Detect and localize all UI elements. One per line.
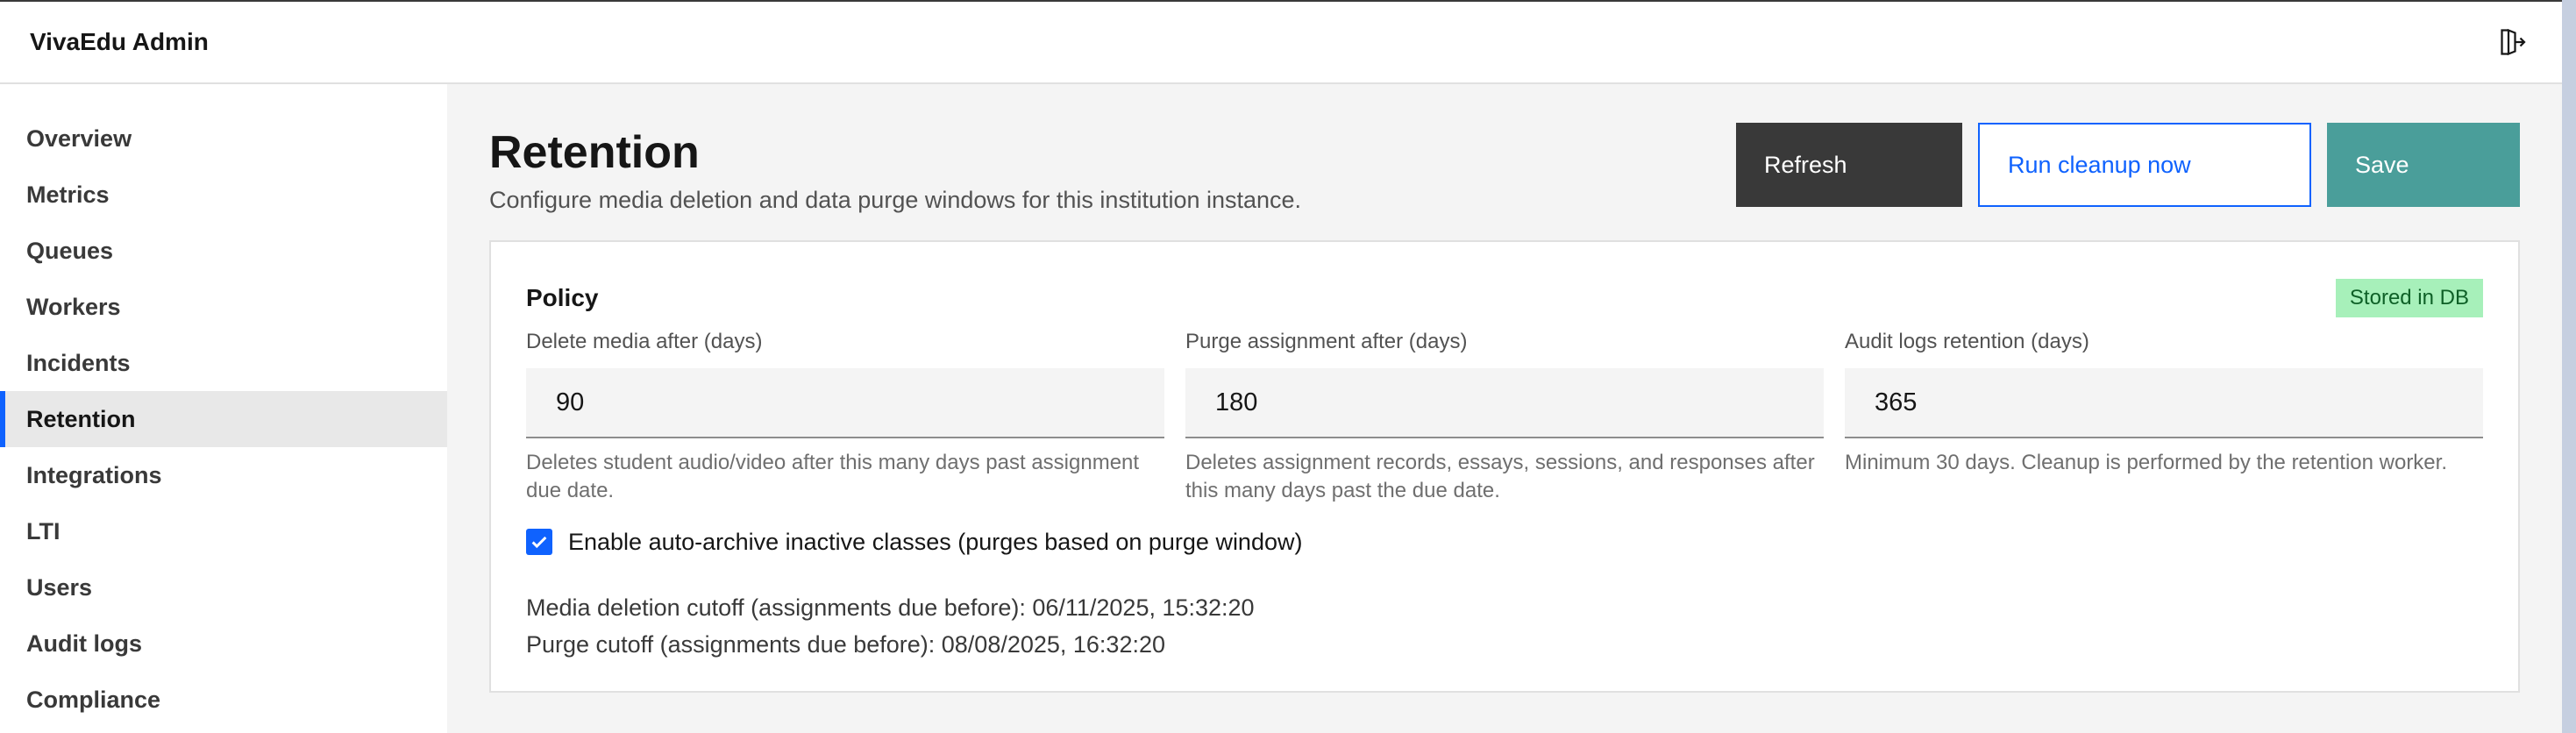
top-header: VivaEdu Admin: [0, 0, 2562, 84]
auto-archive-checkbox[interactable]: [526, 529, 552, 556]
logout-icon[interactable]: [2494, 25, 2529, 60]
page-title: Retention: [489, 127, 700, 178]
sidebar-item-incidents[interactable]: Incidents: [0, 335, 447, 391]
sidebar-item-label: Overview: [26, 125, 132, 152]
sidebar-item-label: Queues: [26, 237, 114, 264]
sidebar-item-integrations[interactable]: Integrations: [0, 447, 447, 503]
app-title: VivaEdu Admin: [30, 28, 209, 55]
sidebar-item-retention[interactable]: Retention: [0, 391, 447, 447]
sidebar-item-compliance[interactable]: Compliance: [0, 672, 447, 728]
cutoff-info: Media deletion cutoff (assignments due b…: [526, 589, 2483, 663]
sidebar-item-label: LTI: [26, 517, 60, 544]
refresh-button[interactable]: Refresh: [1736, 123, 1962, 207]
sidebar-item-label: Metrics: [26, 181, 110, 208]
sidebar-item-metrics[interactable]: Metrics: [0, 167, 447, 223]
main-content: Retention Configure media deletion and d…: [447, 84, 2562, 733]
sidebar-item-lti[interactable]: LTI: [0, 503, 447, 559]
delete-media-label: Delete media after (days): [526, 330, 763, 353]
media-cutoff-text: Media deletion cutoff (assignments due b…: [526, 594, 1255, 621]
delete-media-help: Deletes student audio/video after this m…: [526, 451, 1140, 503]
purge-assignment-help: Deletes assignment records, essays, sess…: [1185, 451, 1815, 503]
sidebar-item-queues[interactable]: Queues: [0, 223, 447, 279]
delete-media-input[interactable]: [526, 368, 1164, 438]
page-heading: Retention Configure media deletion and d…: [489, 123, 1301, 214]
policy-card-header: Policy Stored in DB: [526, 279, 2483, 317]
audit-logs-field-group: Audit logs retention (days) Minimum 30 d…: [1845, 330, 2483, 506]
save-button[interactable]: Save: [2327, 123, 2520, 207]
auto-archive-label: Enable auto-archive inactive classes (pu…: [568, 528, 1303, 555]
purge-assignment-label: Purge assignment after (days): [1185, 330, 1468, 353]
sidebar-item-label: Incidents: [26, 349, 131, 376]
checkmark-icon: [531, 537, 547, 549]
sidebar-item-workers[interactable]: Workers: [0, 279, 447, 335]
purge-assignment-field-group: Purge assignment after (days) Deletes as…: [1185, 330, 1824, 506]
sidebar-item-label: Workers: [26, 293, 121, 320]
sidebar-item-label: Users: [26, 573, 93, 601]
purge-assignment-input[interactable]: [1185, 368, 1824, 438]
sidebar-item-users[interactable]: Users: [0, 559, 447, 616]
run-cleanup-button[interactable]: Run cleanup now: [1978, 123, 2311, 207]
action-buttons: Refresh Run cleanup now Save: [1736, 123, 2520, 207]
sidebar-item-label: Audit logs: [26, 630, 142, 657]
purge-cutoff-text: Purge cutoff (assignments due before): 0…: [526, 630, 1165, 658]
delete-media-field-group: Delete media after (days) Deletes studen…: [526, 330, 1164, 506]
sidebar-item-label: Compliance: [26, 686, 161, 713]
audit-logs-label: Audit logs retention (days): [1845, 330, 2089, 353]
sidebar-item-label: Integrations: [26, 461, 162, 488]
audit-logs-help: Minimum 30 days. Cleanup is performed by…: [1845, 451, 2447, 474]
sidebar-item-overview[interactable]: Overview: [0, 110, 447, 167]
policy-title: Policy: [526, 284, 599, 311]
sidebar-nav: Overview Metrics Queues Workers Incident…: [0, 84, 447, 733]
auto-archive-toggle[interactable]: Enable auto-archive inactive classes (pu…: [526, 529, 2483, 556]
policy-card: Policy Stored in DB Delete media after (…: [489, 240, 2520, 693]
page-subtitle: Configure media deletion and data purge …: [489, 187, 1302, 214]
sidebar-item-audit-logs[interactable]: Audit logs: [0, 616, 447, 672]
scrollbar[interactable]: [2562, 0, 2576, 733]
page-header: Retention Configure media deletion and d…: [489, 123, 2520, 214]
audit-logs-input[interactable]: [1845, 368, 2483, 438]
status-badge: Stored in DB: [2335, 279, 2483, 317]
sidebar-item-label: Retention: [26, 405, 136, 432]
policy-fields: Delete media after (days) Deletes studen…: [526, 330, 2483, 506]
